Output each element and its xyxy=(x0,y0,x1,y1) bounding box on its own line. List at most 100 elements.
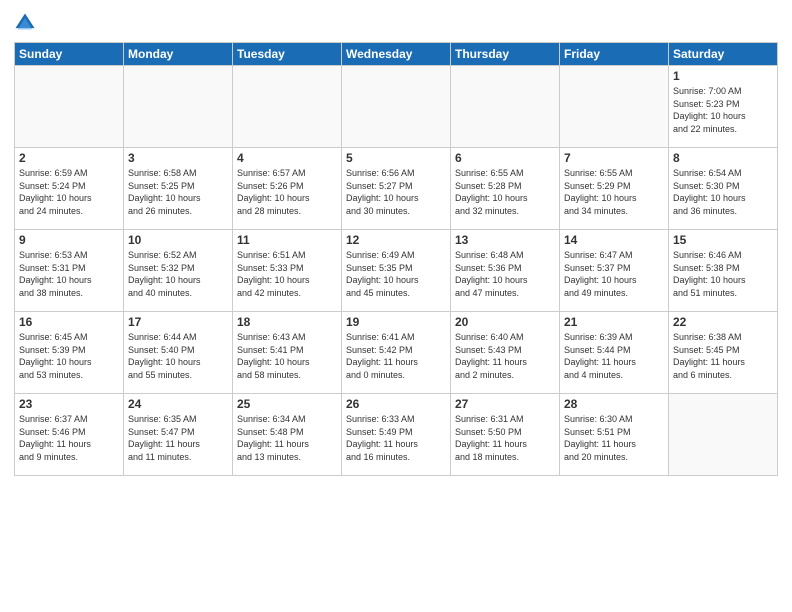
calendar-cell: 24 Sunrise: 6:35 AM Sunset: 5:47 PM Dayli… xyxy=(124,394,233,476)
day-number: 1 xyxy=(673,69,773,83)
calendar-header-friday: Friday xyxy=(560,43,669,66)
day-info: Sunrise: 6:31 AM Sunset: 5:50 PM Dayligh… xyxy=(455,413,555,463)
calendar-cell: 26 Sunrise: 6:33 AM Sunset: 5:49 PM Dayli… xyxy=(342,394,451,476)
calendar-cell xyxy=(233,66,342,148)
calendar-header-saturday: Saturday xyxy=(669,43,778,66)
day-number: 5 xyxy=(346,151,446,165)
day-info: Sunrise: 7:00 AM Sunset: 5:23 PM Dayligh… xyxy=(673,85,773,135)
calendar-cell: 28Sunrise: 6:30 AM Sunset: 5:51 PM Dayli… xyxy=(560,394,669,476)
calendar-cell xyxy=(669,394,778,476)
calendar-cell: 19 Sunrise: 6:41 AM Sunset: 5:42 PM Dayli… xyxy=(342,312,451,394)
day-number: 11 xyxy=(237,233,337,247)
calendar-cell: 15 Sunrise: 6:46 AM Sunset: 5:38 PM Dayli… xyxy=(669,230,778,312)
page: SundayMondayTuesdayWednesdayThursdayFrid… xyxy=(0,0,792,612)
day-info: Sunrise: 6:59 AM Sunset: 5:24 PM Dayligh… xyxy=(19,167,119,217)
day-info: Sunrise: 6:46 AM Sunset: 5:38 PM Dayligh… xyxy=(673,249,773,299)
calendar-header-wednesday: Wednesday xyxy=(342,43,451,66)
calendar-cell xyxy=(560,66,669,148)
day-info: Sunrise: 6:39 AM Sunset: 5:44 PM Dayligh… xyxy=(564,331,664,381)
header xyxy=(14,12,778,34)
calendar-week-5: 23 Sunrise: 6:37 AM Sunset: 5:46 PM Dayli… xyxy=(15,394,778,476)
calendar-cell: 1 Sunrise: 7:00 AM Sunset: 5:23 PM Daylig… xyxy=(669,66,778,148)
day-number: 13 xyxy=(455,233,555,247)
calendar-cell: 12Sunrise: 6:49 AM Sunset: 5:35 PM Dayli… xyxy=(342,230,451,312)
day-number: 21 xyxy=(564,315,664,329)
calendar-cell: 2 Sunrise: 6:59 AM Sunset: 5:24 PM Daylig… xyxy=(15,148,124,230)
day-info: Sunrise: 6:54 AM Sunset: 5:30 PM Dayligh… xyxy=(673,167,773,217)
calendar-cell: 11 Sunrise: 6:51 AM Sunset: 5:33 PM Dayli… xyxy=(233,230,342,312)
calendar-cell: 22 Sunrise: 6:38 AM Sunset: 5:45 PM Dayli… xyxy=(669,312,778,394)
calendar-cell: 23 Sunrise: 6:37 AM Sunset: 5:46 PM Dayli… xyxy=(15,394,124,476)
day-number: 26 xyxy=(346,397,446,411)
day-number: 28 xyxy=(564,397,664,411)
day-number: 10 xyxy=(128,233,228,247)
day-info: Sunrise: 6:34 AM Sunset: 5:48 PM Dayligh… xyxy=(237,413,337,463)
day-info: Sunrise: 6:52 AM Sunset: 5:32 PM Dayligh… xyxy=(128,249,228,299)
day-info: Sunrise: 6:38 AM Sunset: 5:45 PM Dayligh… xyxy=(673,331,773,381)
day-number: 4 xyxy=(237,151,337,165)
calendar-week-3: 9 Sunrise: 6:53 AM Sunset: 5:31 PM Daylig… xyxy=(15,230,778,312)
calendar-cell: 7Sunrise: 6:55 AM Sunset: 5:29 PM Daylig… xyxy=(560,148,669,230)
day-number: 16 xyxy=(19,315,119,329)
day-number: 14 xyxy=(564,233,664,247)
calendar-cell: 16 Sunrise: 6:45 AM Sunset: 5:39 PM Dayli… xyxy=(15,312,124,394)
day-info: Sunrise: 6:58 AM Sunset: 5:25 PM Dayligh… xyxy=(128,167,228,217)
calendar-cell: 18Sunrise: 6:43 AM Sunset: 5:41 PM Dayli… xyxy=(233,312,342,394)
day-number: 3 xyxy=(128,151,228,165)
day-info: Sunrise: 6:33 AM Sunset: 5:49 PM Dayligh… xyxy=(346,413,446,463)
day-number: 8 xyxy=(673,151,773,165)
day-number: 24 xyxy=(128,397,228,411)
day-number: 27 xyxy=(455,397,555,411)
calendar-week-1: 1 Sunrise: 7:00 AM Sunset: 5:23 PM Daylig… xyxy=(15,66,778,148)
calendar-cell: 14 Sunrise: 6:47 AM Sunset: 5:37 PM Dayli… xyxy=(560,230,669,312)
logo xyxy=(14,12,40,34)
day-number: 7 xyxy=(564,151,664,165)
calendar-header-row: SundayMondayTuesdayWednesdayThursdayFrid… xyxy=(15,43,778,66)
day-number: 9 xyxy=(19,233,119,247)
day-number: 17 xyxy=(128,315,228,329)
calendar-cell xyxy=(342,66,451,148)
day-number: 18 xyxy=(237,315,337,329)
calendar-header-thursday: Thursday xyxy=(451,43,560,66)
calendar-week-2: 2 Sunrise: 6:59 AM Sunset: 5:24 PM Daylig… xyxy=(15,148,778,230)
day-info: Sunrise: 6:44 AM Sunset: 5:40 PM Dayligh… xyxy=(128,331,228,381)
calendar-cell: 6Sunrise: 6:55 AM Sunset: 5:28 PM Daylig… xyxy=(451,148,560,230)
day-number: 12 xyxy=(346,233,446,247)
calendar-cell: 20 Sunrise: 6:40 AM Sunset: 5:43 PM Dayli… xyxy=(451,312,560,394)
day-number: 15 xyxy=(673,233,773,247)
calendar-cell xyxy=(451,66,560,148)
day-info: Sunrise: 6:51 AM Sunset: 5:33 PM Dayligh… xyxy=(237,249,337,299)
day-number: 19 xyxy=(346,315,446,329)
day-info: Sunrise: 6:57 AM Sunset: 5:26 PM Dayligh… xyxy=(237,167,337,217)
calendar-cell: 21 Sunrise: 6:39 AM Sunset: 5:44 PM Dayli… xyxy=(560,312,669,394)
day-info: Sunrise: 6:56 AM Sunset: 5:27 PM Dayligh… xyxy=(346,167,446,217)
calendar-cell: 9 Sunrise: 6:53 AM Sunset: 5:31 PM Daylig… xyxy=(15,230,124,312)
logo-icon xyxy=(14,12,36,34)
day-info: Sunrise: 6:40 AM Sunset: 5:43 PM Dayligh… xyxy=(455,331,555,381)
day-number: 20 xyxy=(455,315,555,329)
calendar-cell: 13Sunrise: 6:48 AM Sunset: 5:36 PM Dayli… xyxy=(451,230,560,312)
day-info: Sunrise: 6:41 AM Sunset: 5:42 PM Dayligh… xyxy=(346,331,446,381)
calendar-table: SundayMondayTuesdayWednesdayThursdayFrid… xyxy=(14,42,778,476)
calendar-cell: 27 Sunrise: 6:31 AM Sunset: 5:50 PM Dayli… xyxy=(451,394,560,476)
day-info: Sunrise: 6:35 AM Sunset: 5:47 PM Dayligh… xyxy=(128,413,228,463)
day-info: Sunrise: 6:53 AM Sunset: 5:31 PM Dayligh… xyxy=(19,249,119,299)
calendar-cell: 8 Sunrise: 6:54 AM Sunset: 5:30 PM Daylig… xyxy=(669,148,778,230)
day-number: 22 xyxy=(673,315,773,329)
calendar-cell xyxy=(124,66,233,148)
calendar-cell: 25 Sunrise: 6:34 AM Sunset: 5:48 PM Dayli… xyxy=(233,394,342,476)
calendar-cell: 17 Sunrise: 6:44 AM Sunset: 5:40 PM Dayli… xyxy=(124,312,233,394)
day-number: 2 xyxy=(19,151,119,165)
day-number: 25 xyxy=(237,397,337,411)
day-number: 23 xyxy=(19,397,119,411)
day-info: Sunrise: 6:37 AM Sunset: 5:46 PM Dayligh… xyxy=(19,413,119,463)
day-info: Sunrise: 6:45 AM Sunset: 5:39 PM Dayligh… xyxy=(19,331,119,381)
calendar-cell: 10 Sunrise: 6:52 AM Sunset: 5:32 PM Dayli… xyxy=(124,230,233,312)
day-info: Sunrise: 6:47 AM Sunset: 5:37 PM Dayligh… xyxy=(564,249,664,299)
day-number: 6 xyxy=(455,151,555,165)
calendar-cell: 3 Sunrise: 6:58 AM Sunset: 5:25 PM Daylig… xyxy=(124,148,233,230)
calendar-week-4: 16 Sunrise: 6:45 AM Sunset: 5:39 PM Dayli… xyxy=(15,312,778,394)
calendar-cell: 5 Sunrise: 6:56 AM Sunset: 5:27 PM Daylig… xyxy=(342,148,451,230)
calendar-cell: 4 Sunrise: 6:57 AM Sunset: 5:26 PM Daylig… xyxy=(233,148,342,230)
calendar-cell xyxy=(15,66,124,148)
